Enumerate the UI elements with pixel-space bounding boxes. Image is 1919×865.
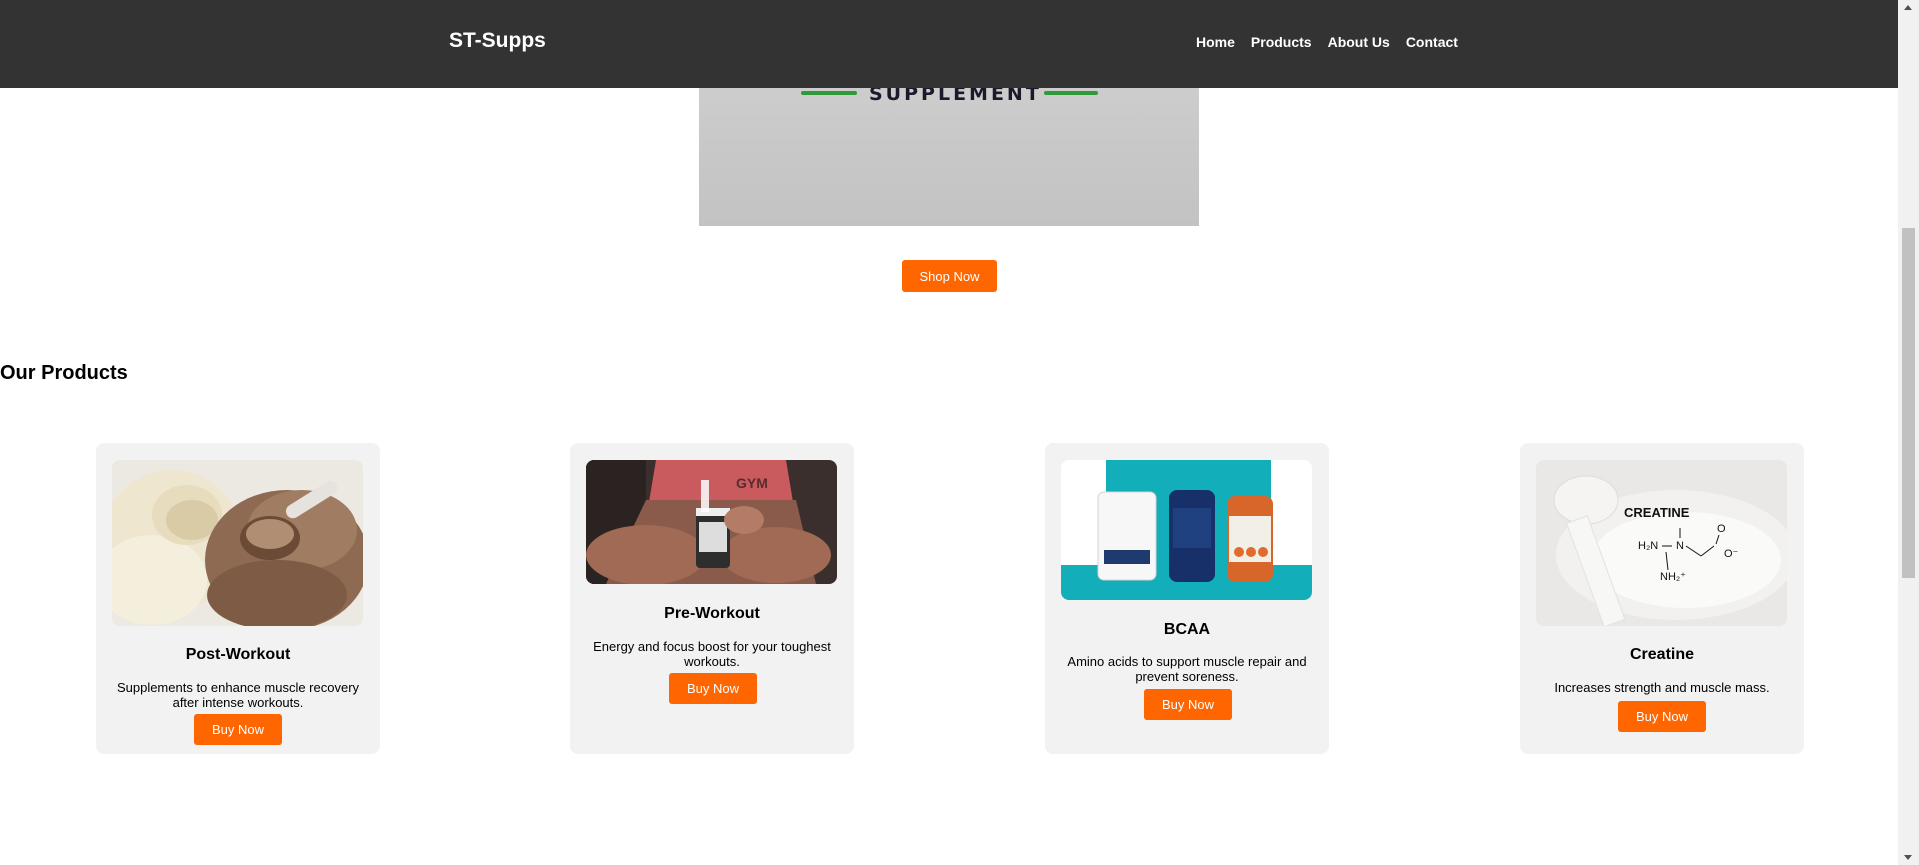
section-title: Our Products	[0, 362, 128, 384]
svg-text:GYM: GYM	[736, 475, 768, 491]
product-name: BCAA	[1163, 621, 1211, 638]
nav-products[interactable]: Products	[1251, 34, 1312, 50]
buy-now-button[interactable]: Buy Now	[1144, 689, 1232, 720]
product-card-bcaa: BCAA Amino acids to support muscle repai…	[1045, 443, 1329, 754]
pre-workout-image: GYM	[586, 460, 837, 584]
svg-text:H₂N: H₂N	[1638, 540, 1658, 552]
page: SUPPLEMENT ST-Supps Home Products About …	[0, 0, 1919, 865]
svg-text:O: O	[1717, 523, 1726, 535]
product-description: Energy and focus boost for your toughest…	[593, 639, 831, 669]
nav-home[interactable]: Home	[1196, 34, 1235, 50]
hero-accent-line	[1044, 91, 1098, 95]
product-card-creatine: CREATINE H₂N N NH₂⁺ O O⁻ Creatine Increa…	[1520, 443, 1804, 754]
buy-now-button[interactable]: Buy Now	[1618, 701, 1706, 732]
nav-about-us[interactable]: About Us	[1328, 34, 1390, 50]
buy-now-button[interactable]: Buy Now	[669, 673, 757, 704]
brand-logo[interactable]: ST-Supps	[449, 29, 546, 53]
product-description: Supplements to enhance muscle recovery a…	[116, 680, 360, 710]
product-card-pre-workout: GYM Pre-Workout Energy and focus boost f…	[570, 443, 854, 754]
nav-links: Home Products About Us Contact	[1196, 34, 1474, 50]
svg-text:NH₂⁺: NH₂⁺	[1660, 571, 1686, 583]
scroll-up-icon[interactable]	[1904, 5, 1912, 10]
product-description: Amino acids to support muscle repair and…	[1067, 654, 1307, 684]
shop-now-button[interactable]: Shop Now	[902, 260, 997, 292]
product-name: Post-Workout	[185, 646, 291, 663]
creatine-image: CREATINE H₂N N NH₂⁺ O O⁻	[1536, 460, 1787, 626]
svg-text:O⁻: O⁻	[1724, 548, 1739, 560]
navbar: ST-Supps Home Products About Us Contact	[0, 0, 1898, 88]
hero-accent-line	[801, 91, 857, 95]
product-description: Increases strength and muscle mass.	[1554, 680, 1770, 695]
product-name: Pre-Workout	[664, 605, 760, 622]
vertical-scrollbar[interactable]	[1898, 0, 1919, 865]
nav-contact[interactable]: Contact	[1406, 34, 1458, 50]
protein-powder-image	[112, 460, 363, 626]
creatine-image-text: CREATINE	[1624, 505, 1690, 520]
scroll-down-icon[interactable]	[1904, 855, 1912, 860]
svg-text:N: N	[1676, 540, 1684, 552]
buy-now-button[interactable]: Buy Now	[194, 714, 282, 745]
product-name: Creatine	[1629, 646, 1695, 663]
bcaa-image	[1061, 460, 1312, 600]
scrollbar-thumb[interactable]	[1902, 228, 1915, 578]
product-card-post-workout: Post-Workout Supplements to enhance musc…	[96, 443, 380, 754]
